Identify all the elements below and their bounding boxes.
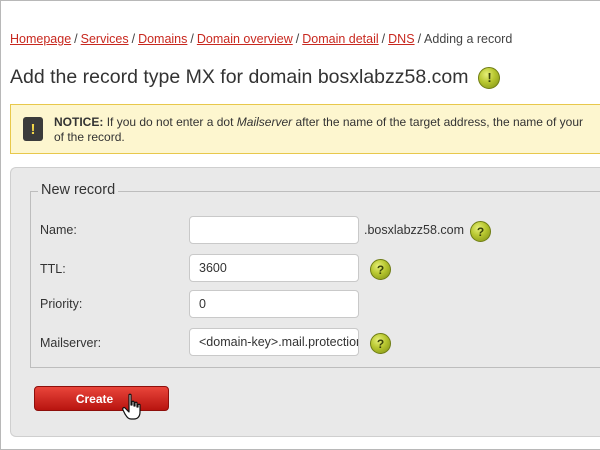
fieldset-legend: New record [38,182,119,198]
priority-label: Priority: [40,297,83,311]
page-title-row: Add the record type MX for domain bosxla… [10,66,501,89]
breadcrumb: Homepage / Services / Domains / Domain overvie… [10,32,512,46]
warning-icon: ! [23,117,43,141]
name-input[interactable] [189,216,359,244]
breadcrumb-separator: / [74,32,78,46]
breadcrumb-services[interactable]: Services [81,32,129,46]
page-title: Add the record type MX for domain bosxla… [10,66,469,88]
mailserver-label: Mailserver: [40,336,102,350]
notice-banner: ! NOTICE: If you do not enter a dot Mail… [10,104,600,154]
breadcrumb-separator: / [131,32,136,46]
create-button[interactable]: Create [34,386,169,411]
breadcrumb-separator: / [381,32,386,46]
domain-suffix: .bosxlabzz58.com [364,223,465,237]
breadcrumb-separator: / [295,32,300,46]
breadcrumb-homepage[interactable]: Homepage [10,32,71,46]
hand-cursor-icon [122,393,141,420]
breadcrumb-separator: / [190,32,194,46]
ttl-help-icon[interactable]: ? [370,259,391,280]
breadcrumb-domain-detail[interactable]: Domain detail [302,32,378,46]
notice-label: NOTICE: [54,115,104,129]
notice-text: NOTICE: If you do not enter a dot Mailse… [54,115,600,145]
breadcrumb-domains[interactable]: Domains [138,32,187,46]
ttl-label: TTL: [40,262,66,276]
breadcrumb-dns[interactable]: DNS [388,32,414,46]
notice-text-line2: of the record. [54,130,125,144]
notice-text-emphasis: Mailserver [236,115,293,129]
info-icon[interactable]: ! [478,66,501,89]
mailserver-help-icon[interactable]: ? [370,333,391,354]
ttl-input[interactable]: 3600 [189,254,359,282]
notice-text-part2: after the name of the target address, th… [295,115,583,129]
priority-input[interactable]: 0 [189,290,359,318]
breadcrumb-current: Adding a record [424,32,513,46]
name-help-icon[interactable]: ? [470,221,491,242]
mailserver-input[interactable]: <domain-key>.mail.protection [189,328,359,356]
breadcrumb-separator: / [417,32,422,46]
breadcrumb-domain-overview[interactable]: Domain overview [197,32,293,46]
name-label: Name: [40,223,77,237]
notice-text-part1: If you do not enter a dot [106,115,234,129]
